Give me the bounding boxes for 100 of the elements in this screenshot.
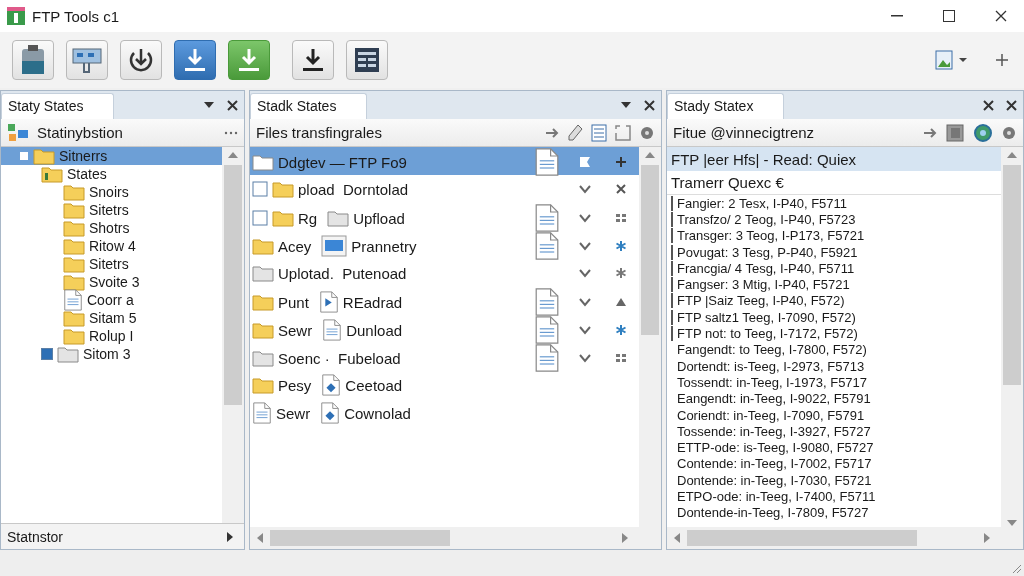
- log-line: Dortendt: is-Teeg, I-2973, F5713: [676, 358, 865, 374]
- log-line: Dontende-in-Teeg, I-7809, F5727: [676, 505, 869, 521]
- file-row[interactable]: Acey Prannetry: [250, 231, 639, 259]
- scroll-up-icon[interactable]: [1006, 151, 1018, 159]
- file-row[interactable]: Pesy Ceetoad: [250, 371, 639, 399]
- toolbar-button[interactable]: [120, 40, 162, 80]
- scrollbar-thumb[interactable]: [1003, 165, 1021, 385]
- image-icon: [934, 49, 956, 71]
- checkbox[interactable]: [41, 348, 53, 360]
- scroll-up-icon[interactable]: [644, 151, 656, 159]
- folder-icon: [63, 183, 85, 201]
- tree-item[interactable]: Shotrs: [1, 219, 222, 237]
- scrollbar-thumb[interactable]: [224, 165, 242, 405]
- log-line: ETPO-ode: in-Teeg, I-7400, F5711: [676, 489, 876, 504]
- file-row[interactable]: Sewr Cownolad: [250, 399, 639, 427]
- asterisk-icon: [615, 324, 627, 336]
- file-name: Dunload: [346, 321, 403, 339]
- folder-icon: [252, 376, 274, 394]
- document-icon: [535, 231, 559, 261]
- resize-grip-icon[interactable]: [1010, 562, 1022, 574]
- more-icon[interactable]: [224, 130, 238, 135]
- file-row[interactable]: pload Dorntolad: [250, 175, 639, 203]
- log-line: Povugat: 3 Tesg, P-P40, F5921: [671, 244, 858, 260]
- list-icon[interactable]: [591, 123, 607, 142]
- close-icon[interactable]: [227, 99, 238, 111]
- tree-item[interactable]: Coorr a: [1, 291, 222, 309]
- scrollbar-thumb[interactable]: [687, 530, 917, 546]
- minimize-icon: [891, 15, 903, 17]
- tree-item[interactable]: Ritow 4: [1, 237, 222, 255]
- toolbar-button[interactable]: [292, 40, 334, 80]
- file-name: Punt: [278, 293, 309, 311]
- panel-tab[interactable]: Stadk States: [250, 93, 368, 119]
- checkbox[interactable]: [252, 209, 268, 227]
- image-dropdown-button[interactable]: [932, 47, 970, 73]
- log-line: Fangendt: to Teeg, I-7800, F572): [676, 342, 867, 358]
- pen-icon[interactable]: [567, 123, 583, 142]
- dots-icon: [615, 213, 627, 223]
- toolbar-button[interactable]: [12, 40, 54, 80]
- tree-item[interactable]: Sitom 3: [1, 345, 222, 363]
- tree-item[interactable]: Svoite 3: [1, 273, 222, 291]
- globe-icon[interactable]: [973, 122, 993, 143]
- close-icon[interactable]: [644, 99, 655, 111]
- scroll-left-icon[interactable]: [256, 532, 264, 544]
- plus-icon: [615, 156, 627, 168]
- panel-tab[interactable]: Staty States: [1, 93, 115, 119]
- scroll-left-icon[interactable]: [673, 532, 681, 544]
- frame-icon[interactable]: [615, 124, 631, 141]
- monitor-icon: [321, 235, 348, 257]
- document-icon: [535, 315, 559, 345]
- arrow-icon[interactable]: [545, 126, 559, 139]
- panel-tab[interactable]: Stady Statex: [667, 93, 785, 119]
- download-icon: [127, 46, 155, 74]
- file-row[interactable]: Punt REadrad: [250, 287, 639, 315]
- file-name: REadrad: [342, 293, 403, 311]
- tree-item[interactable]: Sitam 5: [1, 309, 222, 327]
- close-icon[interactable]: [983, 99, 994, 111]
- scrollbar-thumb[interactable]: [641, 165, 659, 335]
- document-icon: [535, 203, 559, 233]
- tree-item[interactable]: Snoirs: [1, 183, 222, 201]
- document-icon: [535, 147, 559, 177]
- dropdown-icon[interactable]: [620, 101, 632, 109]
- file-row[interactable]: Sewr Dunload: [250, 315, 639, 343]
- dropdown-icon[interactable]: [203, 101, 215, 109]
- scroll-up-icon[interactable]: [227, 151, 239, 159]
- queue-item[interactable]: FTP |eer Hfs| - Read: Quiex: [667, 147, 1001, 171]
- folder-icon: [252, 153, 274, 171]
- log-line: Fangser: 3 Mtig, I-P40, F5721: [671, 277, 850, 293]
- download-icon: [236, 47, 262, 73]
- chevron-icon: [579, 268, 591, 278]
- close-icon: [995, 10, 1007, 22]
- file-icon: [252, 402, 272, 424]
- app-logo-icon: [6, 6, 26, 26]
- asterisk-icon: [615, 267, 627, 279]
- tree-item[interactable]: Sitetrs: [1, 255, 222, 273]
- queue-title: Tramerr Quexc €: [667, 171, 1001, 195]
- file-name: Ceetoad: [345, 376, 403, 394]
- toolbar-button[interactable]: [346, 40, 388, 80]
- checkbox[interactable]: [252, 180, 268, 198]
- file-row[interactable]: Ddgtev — FTP Fo9: [250, 147, 639, 175]
- folder-icon: [252, 237, 274, 255]
- close-icon[interactable]: [1006, 99, 1017, 111]
- table-icon: [354, 47, 380, 73]
- file-row[interactable]: Uplotad. Putenoad: [250, 259, 639, 287]
- chevron-icon: [579, 241, 591, 251]
- scrollbar-thumb[interactable]: [270, 530, 450, 546]
- panel-header: Files transfingrales: [256, 124, 383, 141]
- folder-icon: [63, 327, 85, 345]
- tree-item[interactable]: States: [1, 165, 222, 183]
- expander-icon[interactable]: [19, 151, 29, 161]
- document-icon: [535, 287, 559, 317]
- tree-item[interactable]: Sitnerrs: [1, 147, 222, 165]
- diamond-file-icon: [321, 374, 342, 396]
- document-icon: [535, 343, 559, 373]
- arrow-icon[interactable]: [923, 126, 937, 139]
- tree-item[interactable]: Sitetrs: [1, 201, 222, 219]
- file-row[interactable]: Soenc · Fubeload: [250, 343, 639, 371]
- folder-icon: [252, 264, 274, 282]
- scroll-right-icon[interactable]: [226, 530, 234, 543]
- tree-item[interactable]: Rolup I: [1, 327, 222, 345]
- file-row[interactable]: Rg Upfload: [250, 203, 639, 231]
